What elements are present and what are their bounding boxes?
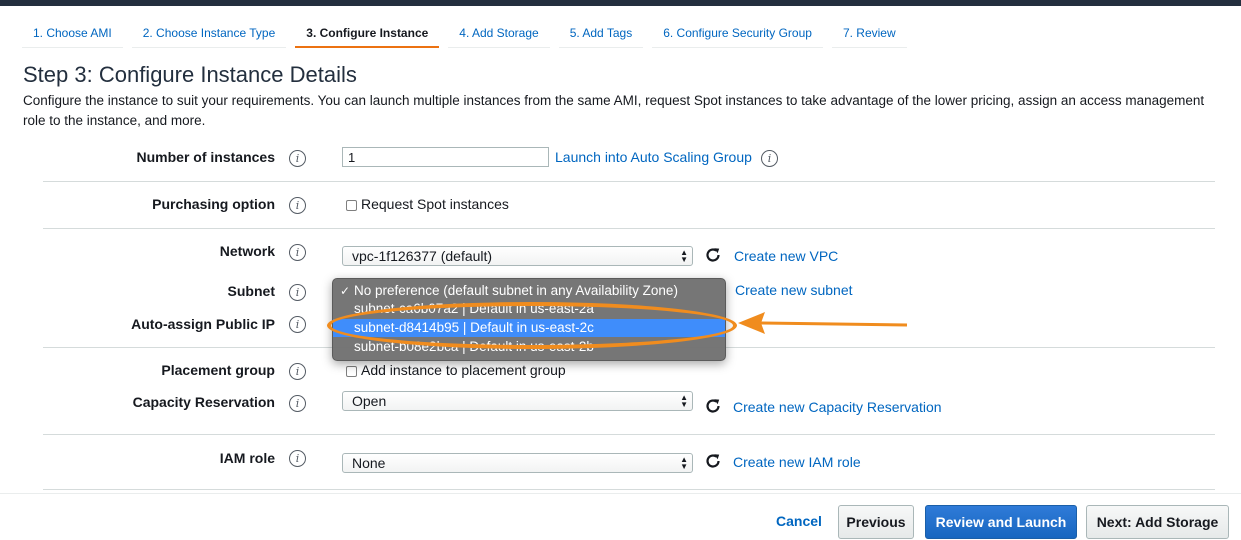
tab-configure-instance[interactable]: 3. Configure Instance [295, 20, 440, 48]
page-description: Configure the instance to suit your requ… [23, 93, 1205, 128]
auto-assign-ip-label: Auto-assign Public IP [131, 316, 275, 332]
create-new-iam-role-link[interactable]: Create new IAM role [733, 454, 861, 470]
arrow-left-icon [738, 312, 908, 334]
section-divider [43, 489, 1215, 490]
page-title: Step 3: Configure Instance Details [23, 62, 357, 87]
placement-group-checkbox[interactable] [346, 366, 357, 377]
select-arrows-icon: ▲ ▼ [680, 248, 688, 264]
number-of-instances-input[interactable] [342, 147, 549, 167]
info-icon[interactable]: i [289, 197, 306, 214]
select-arrows-icon: ▲ ▼ [680, 455, 688, 471]
previous-button[interactable]: Previous [838, 505, 914, 539]
tab-add-storage[interactable]: 4. Add Storage [448, 20, 550, 48]
iam-role-label: IAM role [219, 450, 275, 466]
info-icon[interactable]: i [289, 284, 306, 301]
top-navigation-bar [0, 0, 1241, 6]
iam-role-value: None [352, 455, 386, 471]
refresh-icon[interactable] [704, 246, 722, 264]
placement-group-label: Placement group [161, 362, 275, 378]
capacity-reservation-label: Capacity Reservation [132, 394, 275, 410]
info-icon[interactable]: i [289, 150, 306, 167]
next-add-storage-button[interactable]: Next: Add Storage [1086, 505, 1229, 539]
highlight-ellipse-annotation [327, 302, 737, 349]
cancel-button[interactable]: Cancel [770, 505, 828, 539]
iam-role-select[interactable]: None ▲ ▼ [342, 453, 693, 473]
footer-divider [0, 493, 1241, 494]
refresh-icon[interactable] [704, 452, 722, 470]
tab-choose-ami[interactable]: 1. Choose AMI [22, 20, 123, 48]
tab-add-tags[interactable]: 5. Add Tags [558, 20, 644, 48]
select-arrows-icon: ▲ ▼ [680, 393, 688, 409]
tab-review[interactable]: 7. Review [831, 20, 907, 48]
capacity-reservation-value: Open [352, 393, 387, 409]
network-select-value: vpc-1f126377 (default) [352, 248, 493, 264]
network-label: Network [219, 243, 275, 259]
subnet-option-no-preference[interactable]: ✓ No preference (default subnet in any A… [333, 282, 725, 300]
tab-choose-instance-type[interactable]: 2. Choose Instance Type [131, 20, 287, 48]
create-new-vpc-link[interactable]: Create new VPC [734, 248, 838, 264]
create-new-subnet-link[interactable]: Create new subnet [735, 282, 853, 298]
info-icon[interactable]: i [289, 244, 306, 261]
number-of-instances-label: Number of instances [136, 149, 275, 165]
info-icon[interactable]: i [289, 450, 306, 467]
info-icon[interactable]: i [761, 150, 778, 167]
placement-group-checkbox-label[interactable]: Add instance to placement group [361, 362, 566, 378]
info-icon[interactable]: i [289, 316, 306, 333]
request-spot-label[interactable]: Request Spot instances [361, 196, 509, 212]
capacity-reservation-select[interactable]: Open ▲ ▼ [342, 391, 693, 411]
wizard-steps: 1. Choose AMI 2. Choose Instance Type 3.… [22, 20, 916, 48]
launch-auto-scaling-link[interactable]: Launch into Auto Scaling Group [555, 149, 752, 165]
info-icon[interactable]: i [289, 363, 306, 380]
info-icon[interactable]: i [289, 395, 306, 412]
section-divider [43, 434, 1215, 435]
subnet-label: Subnet [227, 283, 275, 299]
refresh-icon[interactable] [704, 397, 722, 415]
section-divider [43, 181, 1215, 182]
create-capacity-reservation-link[interactable]: Create new Capacity Reservation [733, 399, 942, 415]
purchasing-option-label: Purchasing option [152, 196, 275, 212]
tab-configure-security-group[interactable]: 6. Configure Security Group [652, 20, 823, 48]
review-and-launch-button[interactable]: Review and Launch [925, 505, 1077, 539]
network-select[interactable]: vpc-1f126377 (default) ▲ ▼ [342, 246, 693, 266]
request-spot-checkbox[interactable] [346, 200, 357, 211]
section-divider [43, 228, 1215, 229]
checkmark-icon: ✓ [340, 284, 351, 298]
